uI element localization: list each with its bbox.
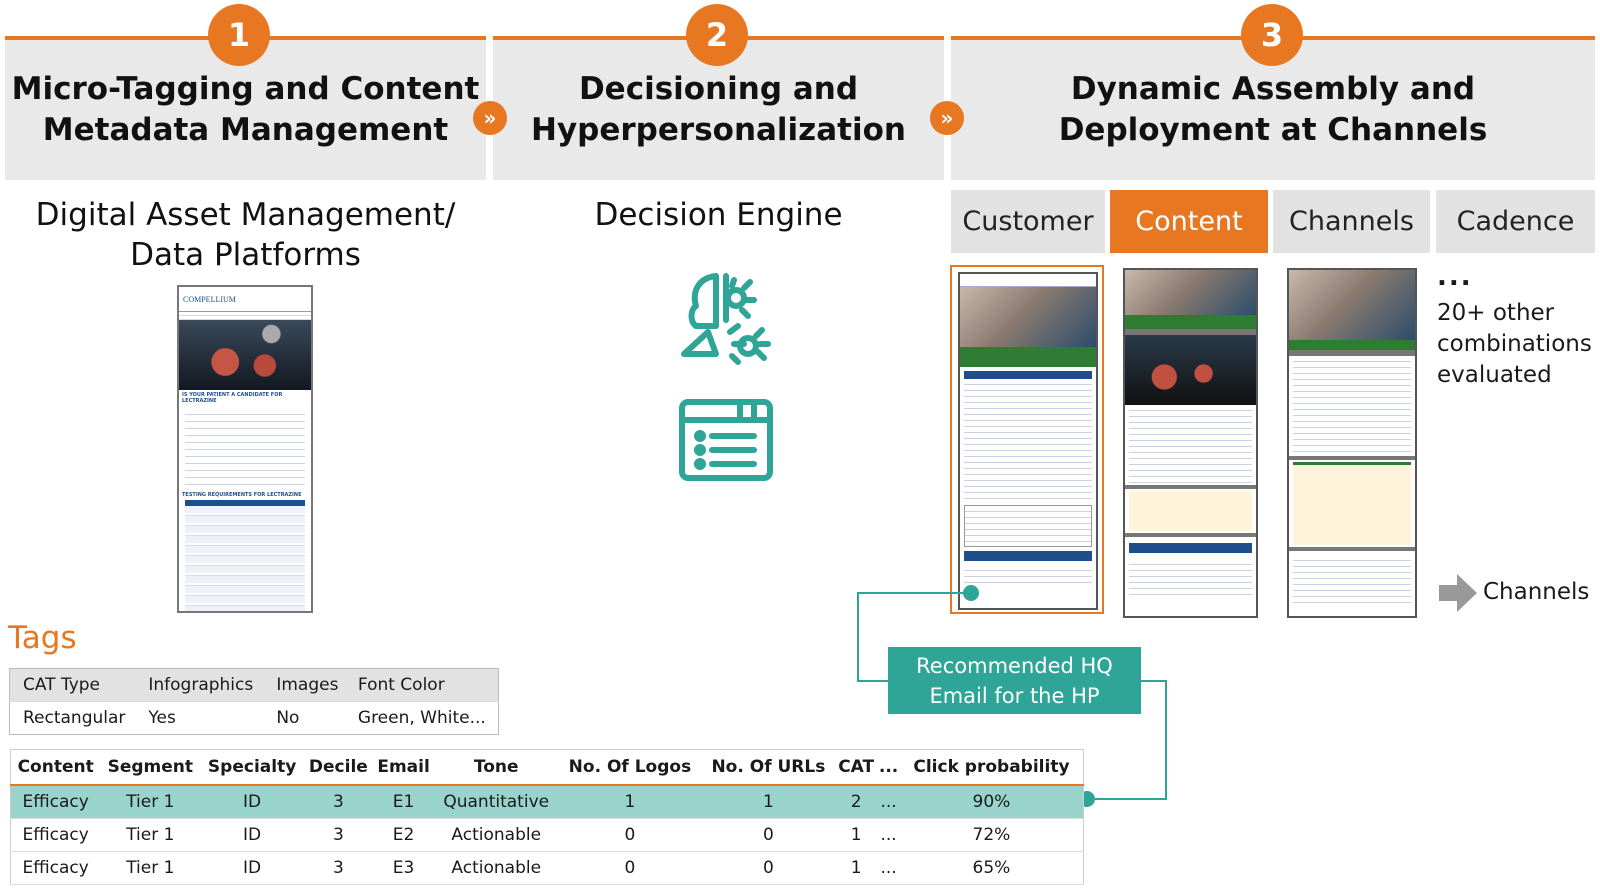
tags-header: CAT Type xyxy=(9,668,136,702)
table-cell: ID xyxy=(200,818,304,852)
table-cell: Efficacy xyxy=(10,785,101,819)
table-cell: Tier 1 xyxy=(100,818,201,852)
column-header: Segment xyxy=(100,749,201,786)
content-document-preview: COMPELLIUM IS YOUR PATIENT A CANDIDATE F… xyxy=(177,285,313,613)
table-cell: Efficacy xyxy=(10,851,101,885)
tags-header: Infographics xyxy=(135,668,264,702)
email-thumbnail-e3[interactable] xyxy=(1287,268,1417,618)
connector-line xyxy=(857,592,971,594)
table-cell: Actionable xyxy=(434,851,559,885)
column-header: ... xyxy=(877,749,900,786)
stage-2-title: Decisioning and Hyperpersonalization xyxy=(531,71,906,148)
table-cell: 3 xyxy=(303,818,373,852)
table-cell: 1 xyxy=(835,851,878,885)
column-header: Specialty xyxy=(200,749,304,786)
table-cell: 0 xyxy=(558,851,702,885)
column-header: Tone xyxy=(434,749,559,786)
tags-cell: No xyxy=(263,701,345,735)
brand-logo-text: COMPELLIUM xyxy=(183,294,236,304)
stage-1-number: 1 xyxy=(208,4,270,66)
table-cell: Quantitative xyxy=(434,785,559,819)
decision-table: Content Segment Specialty Decile Email T… xyxy=(10,749,1084,885)
stage-1-title: Micro-Tagging and Content Metadata Manag… xyxy=(11,71,480,148)
tags-cell: Yes xyxy=(135,701,264,735)
other-combinations-text: 20+ other combinations evaluated xyxy=(1437,300,1592,388)
doc-section-2: TESTING REQUIREMENTS FOR LECTRAZINE xyxy=(182,492,302,498)
connector-line xyxy=(1165,680,1167,800)
table-cell: E3 xyxy=(372,851,435,885)
table-cell: 65% xyxy=(899,851,1084,885)
dam-heading: Digital Asset Management/ Data Platforms xyxy=(35,197,456,273)
connector-line xyxy=(857,592,859,681)
doc-section-1: IS YOUR PATIENT A CANDIDATE FOR LECTRAZI… xyxy=(182,392,283,404)
channels-label: Channels xyxy=(1483,579,1590,605)
table-cell: E2 xyxy=(372,818,435,852)
table-cell: 1 xyxy=(835,818,878,852)
table-cell: 1 xyxy=(701,785,836,819)
table-cell: ... xyxy=(877,818,900,852)
tags-cell: Rectangular xyxy=(9,701,136,735)
chevron-right-icon: » xyxy=(930,101,964,135)
tags-cell: Green, White... xyxy=(344,701,499,735)
table-row[interactable]: Efficacy Tier 1 ID 3 E3 Actionable 0 0 1… xyxy=(10,851,1084,885)
table-cell: 90% xyxy=(899,785,1084,819)
product-image xyxy=(179,320,311,390)
connector-line xyxy=(1140,680,1167,682)
tags-table: CAT Type Infographics Images Font Color … xyxy=(9,668,499,735)
tab-channels[interactable]: Channels xyxy=(1273,190,1430,253)
column-header: Email xyxy=(372,749,435,786)
table-cell: E1 xyxy=(372,785,435,819)
table-cell: Actionable xyxy=(434,818,559,852)
table-cell: 3 xyxy=(303,785,373,819)
column-header: Click probability xyxy=(899,749,1084,786)
recommendation-box: Recommended HQ Email for the HP xyxy=(888,647,1141,714)
tab-cadence[interactable]: Cadence xyxy=(1436,190,1595,253)
tab-customer[interactable]: Customer xyxy=(951,190,1105,253)
email-thumbnail-e2[interactable] xyxy=(1123,268,1258,618)
tags-title: Tags xyxy=(8,620,77,656)
tags-header: Font Color xyxy=(344,668,499,702)
table-cell: 3 xyxy=(303,851,373,885)
decision-engine-heading: Decision Engine xyxy=(594,197,843,233)
stage-3-number: 3 xyxy=(1241,4,1303,66)
stage-3-title: Dynamic Assembly and Deployment at Chann… xyxy=(1058,71,1488,148)
tab-content[interactable]: Content xyxy=(1110,190,1268,253)
table-cell: 2 xyxy=(835,785,878,819)
chevron-right-icon: » xyxy=(473,101,507,135)
column-header: Content xyxy=(10,749,101,786)
table-cell: 72% xyxy=(899,818,1084,852)
table-cell: ... xyxy=(877,785,900,819)
email-thumbnail-e1[interactable] xyxy=(958,272,1098,610)
table-cell: 1 xyxy=(558,785,702,819)
table-row[interactable]: Efficacy Tier 1 ID 3 E2 Actionable 0 0 1… xyxy=(10,818,1084,852)
brain-gear-icon xyxy=(681,273,771,365)
content-list-icon xyxy=(679,399,773,481)
table-cell: Efficacy xyxy=(10,818,101,852)
connector-dot xyxy=(963,585,979,601)
table-cell: 0 xyxy=(701,818,836,852)
column-header: No. Of Logos xyxy=(558,749,702,786)
stage-2-number: 2 xyxy=(686,4,748,66)
table-cell: Tier 1 xyxy=(100,785,201,819)
column-header: No. Of URLs xyxy=(701,749,836,786)
tags-header: Images xyxy=(263,668,345,702)
table-cell: 0 xyxy=(558,818,702,852)
table-row-highlighted[interactable]: Efficacy Tier 1 ID 3 E1 Quantitative 1 1… xyxy=(10,785,1084,819)
arrow-right-icon xyxy=(1439,574,1477,612)
more-ellipsis: ... xyxy=(1437,262,1473,292)
table-cell: Tier 1 xyxy=(100,851,201,885)
connector-line xyxy=(1090,798,1167,800)
connector-line xyxy=(857,680,889,682)
column-header: CAT xyxy=(835,749,878,786)
table-header-row: Content Segment Specialty Decile Email T… xyxy=(10,749,1084,786)
table-cell: ID xyxy=(200,851,304,885)
table-cell: 0 xyxy=(701,851,836,885)
table-cell: ID xyxy=(200,785,304,819)
column-header: Decile xyxy=(303,749,373,786)
table-cell: ... xyxy=(877,851,900,885)
